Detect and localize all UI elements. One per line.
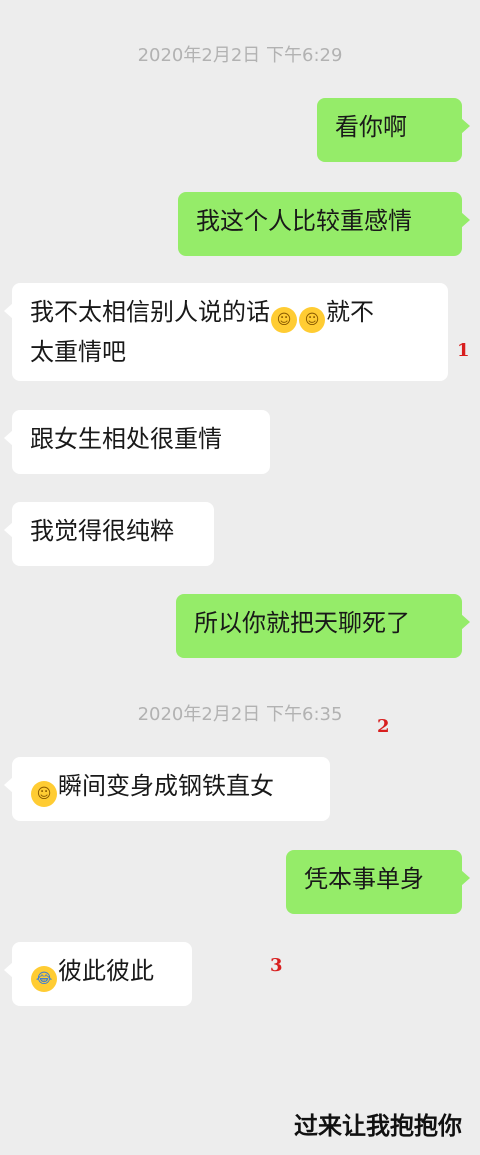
annotation-marker-3: 3 [270, 955, 283, 976]
message-incoming-4[interactable]: ☺ 瞬间变身成钢铁直女 [4, 757, 330, 821]
message-text: 我这个人比较重感情 [196, 207, 412, 235]
message-outgoing-3[interactable]: 所以你就把天聊死了 [176, 594, 470, 658]
message-incoming-3[interactable]: 我觉得很纯粹 [4, 502, 214, 566]
message-incoming-2[interactable]: 跟女生相处很重情 [4, 410, 270, 474]
annotation-marker-2: 2 [377, 716, 390, 737]
message-text: 瞬间变身成钢铁直女 [58, 772, 274, 800]
message-text: 所以你就把天聊死了 [194, 609, 410, 637]
message-text: 太重情吧 [30, 338, 126, 366]
annotation-marker-1: 1 [457, 340, 470, 361]
message-outgoing-2[interactable]: 我这个人比较重感情 [178, 192, 470, 256]
message-text: 看你啊 [335, 113, 407, 141]
message-incoming-5[interactable]: 😂 彼此彼此 [4, 942, 192, 1006]
message-text: 我不太相信别人说的话 [30, 298, 270, 326]
smiling-face-icon: ☺ [299, 307, 325, 333]
message-text: 我觉得很纯粹 [30, 517, 174, 545]
message-incoming-1[interactable]: 我不太相信别人说的话 ☺ ☺ 就不 太重情吧 [4, 283, 448, 381]
message-text: 跟女生相处很重情 [30, 425, 222, 453]
laughing-crying-face-icon: 😂 [31, 966, 57, 992]
caption-text: 过来让我抱抱你 [294, 1112, 462, 1140]
message-outgoing-1[interactable]: 看你啊 [317, 98, 470, 162]
timestamp-1: 2020年2月2日 下午6:29 [137, 45, 343, 66]
smiling-face-icon: ☺ [31, 781, 57, 807]
message-text: 就不 [326, 298, 374, 326]
smiling-face-icon: ☺ [271, 307, 297, 333]
message-text: 彼此彼此 [58, 957, 154, 985]
timestamp-2: 2020年2月2日 下午6:35 [137, 704, 343, 725]
message-text: 凭本事单身 [304, 865, 424, 893]
message-outgoing-4[interactable]: 凭本事单身 [286, 850, 470, 914]
